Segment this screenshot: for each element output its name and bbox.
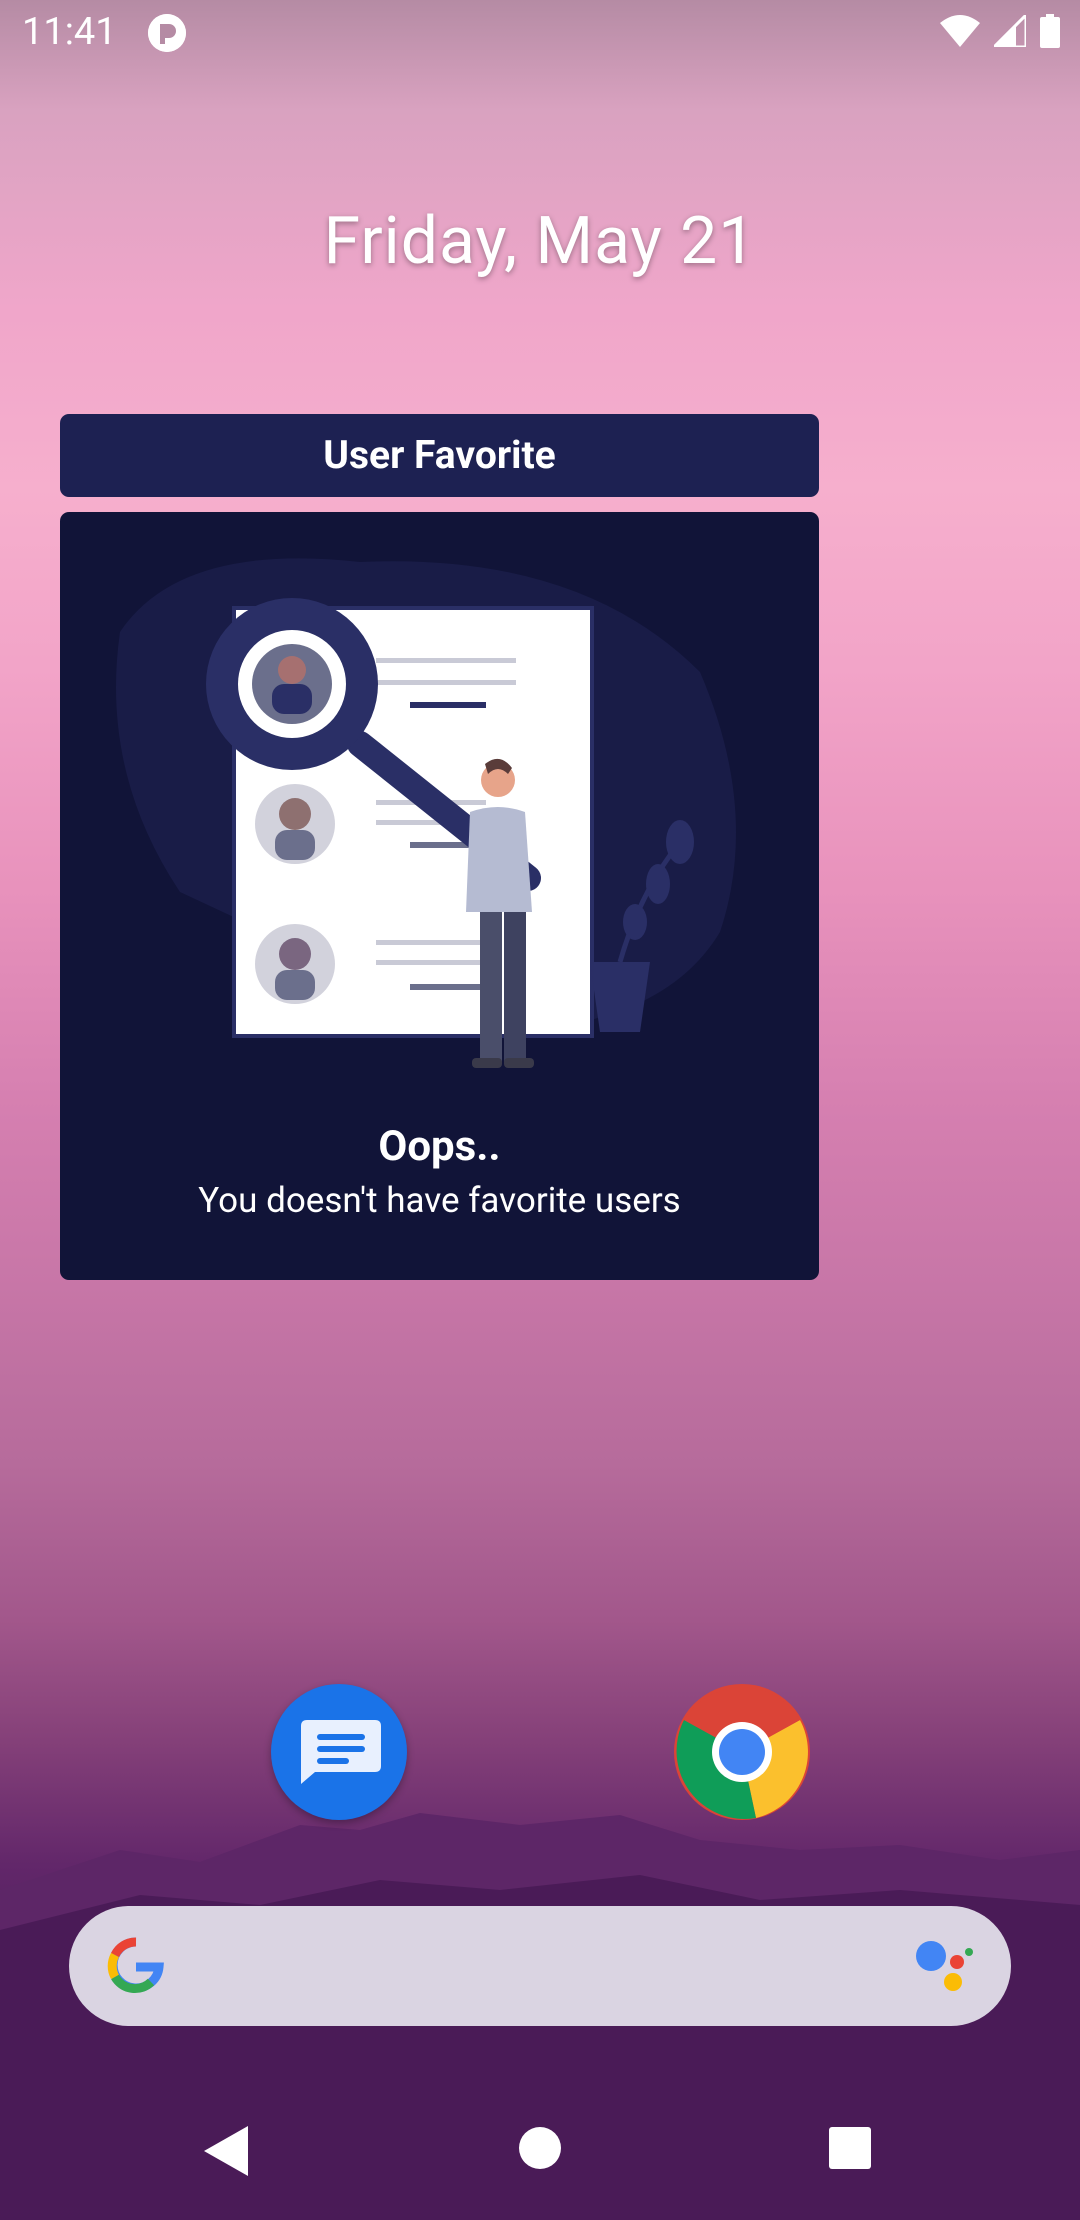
status-bar: 11:41 [0, 0, 1080, 66]
chrome-app[interactable] [674, 1684, 810, 1820]
status-time: 11:41 [22, 10, 117, 54]
messages-app[interactable] [271, 1684, 407, 1820]
google-assistant-icon[interactable] [915, 1940, 975, 1994]
notification-icon [148, 14, 186, 52]
chrome-icon [674, 1684, 810, 1820]
status-icons [940, 14, 1060, 48]
recents-icon[interactable] [828, 2126, 872, 2170]
widget-title[interactable]: User Favorite [60, 414, 819, 497]
home-icon[interactable] [518, 2126, 562, 2170]
google-g-icon[interactable] [101, 1930, 171, 2000]
battery-icon [1040, 14, 1060, 48]
empty-state-message: You doesn't have favorite users [198, 1180, 681, 1221]
google-search-bar[interactable] [69, 1906, 1011, 2026]
favorite-users-widget[interactable]: Oops.. You doesn't have favorite users [60, 512, 819, 1280]
empty-state-illustration [116, 558, 736, 1068]
wifi-icon [940, 15, 980, 47]
empty-state-title: Oops.. [378, 1122, 501, 1171]
signal-icon [994, 15, 1026, 47]
back-icon[interactable] [204, 2126, 250, 2176]
messages-icon [301, 1720, 381, 1784]
navigation-bar [0, 2090, 1080, 2220]
home-date[interactable]: Friday, May 21 [0, 203, 1080, 280]
